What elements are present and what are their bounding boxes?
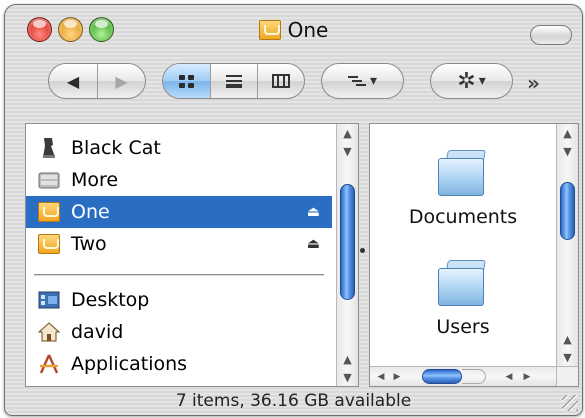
sidebar-item-black-cat[interactable]: Black Cat bbox=[26, 132, 332, 164]
folder-item-documents[interactable]: Documents bbox=[370, 150, 556, 228]
external-disk-icon bbox=[38, 137, 60, 159]
sidebar-item-more[interactable]: More bbox=[26, 164, 332, 196]
eject-icon[interactable]: ⏏ bbox=[307, 236, 320, 252]
folder-icon bbox=[438, 150, 488, 196]
folder-label: Documents bbox=[408, 206, 518, 228]
scroll-thumb[interactable] bbox=[422, 369, 462, 384]
chevron-down-icon: ▾ bbox=[478, 73, 486, 89]
scroll-right-arrow[interactable]: ▶ bbox=[390, 367, 404, 386]
folder-item-users[interactable]: Users bbox=[370, 260, 556, 338]
scroll-track bbox=[462, 369, 486, 384]
sidebar-item-label: Desktop bbox=[71, 289, 150, 311]
folder-label: Users bbox=[436, 316, 490, 338]
sidebar-divider bbox=[34, 274, 324, 276]
sidebar-item-one[interactable]: One ⏏ bbox=[26, 196, 332, 228]
back-forward-control: ◀ ▶ bbox=[48, 63, 146, 99]
arrange-button[interactable]: ▾ bbox=[321, 63, 404, 99]
sidebar-item-label: Two bbox=[71, 233, 107, 255]
folder-icon bbox=[438, 260, 488, 306]
scroll-left-arrow[interactable]: ◀ bbox=[374, 367, 388, 386]
gear-icon: ✲ bbox=[457, 68, 476, 94]
scroll-thumb[interactable] bbox=[560, 182, 575, 240]
volume-icon bbox=[38, 233, 60, 255]
scroll-up-arrow[interactable]: ▲ bbox=[337, 350, 358, 368]
icon-view-icon bbox=[178, 74, 194, 88]
window-title: One bbox=[287, 18, 329, 42]
finder-window: One ◀ ▶ ▾ ✲ ▾ » Black Cat More One ⏏ Two… bbox=[4, 4, 583, 416]
scroll-down-arrow[interactable]: ▼ bbox=[557, 142, 578, 160]
forward-arrow-icon: ▶ bbox=[115, 71, 128, 91]
sidebar-item-label: Applications bbox=[71, 353, 188, 375]
status-bar: 7 items, 36.16 GB available bbox=[5, 389, 582, 413]
desktop-icon bbox=[38, 289, 60, 311]
view-mode-control bbox=[162, 63, 305, 99]
column-vertical-scrollbar[interactable]: ▲ ▼ ▲ ▼ bbox=[556, 124, 578, 366]
resize-grip-icon[interactable] bbox=[562, 395, 578, 411]
forward-button[interactable]: ▶ bbox=[96, 64, 145, 98]
sidebar-item-label: One bbox=[71, 201, 110, 223]
sidebar-item-david[interactable]: david bbox=[26, 316, 332, 348]
scroll-up-arrow[interactable]: ▲ bbox=[557, 330, 578, 348]
scroll-right-arrow[interactable]: ▶ bbox=[520, 367, 534, 386]
scroll-left-arrow[interactable]: ◀ bbox=[502, 367, 516, 386]
toolbar-toggle-button[interactable] bbox=[530, 25, 572, 45]
applications-icon bbox=[38, 353, 60, 375]
sidebar-item-applications[interactable]: Applications bbox=[26, 348, 332, 380]
volume-icon bbox=[38, 201, 60, 223]
sidebar: Black Cat More One ⏏ Two ⏏ Desktop david… bbox=[25, 123, 359, 387]
arrange-icon bbox=[347, 75, 366, 87]
home-icon bbox=[38, 321, 60, 343]
scroll-down-arrow[interactable]: ▼ bbox=[337, 368, 358, 386]
sidebar-item-label: david bbox=[71, 321, 124, 343]
list-view-icon bbox=[225, 74, 242, 88]
scroll-up-arrow[interactable]: ▲ bbox=[337, 124, 358, 142]
column-horizontal-scrollbar[interactable]: ◀ ▶ ◀ ▶ bbox=[370, 366, 556, 386]
toolbar-overflow-button[interactable]: » bbox=[527, 71, 540, 95]
scroll-down-arrow[interactable]: ▼ bbox=[337, 142, 358, 160]
scroll-down-arrow[interactable]: ▼ bbox=[557, 348, 578, 366]
list-view-button[interactable] bbox=[209, 64, 257, 98]
sidebar-item-two[interactable]: Two ⏏ bbox=[26, 228, 332, 260]
window-title-bar: One bbox=[5, 17, 582, 43]
sidebar-item-label: Black Cat bbox=[71, 137, 161, 159]
column-view-icon bbox=[271, 74, 290, 88]
pane-splitter-handle[interactable] bbox=[360, 248, 365, 253]
eject-icon[interactable]: ⏏ bbox=[307, 204, 320, 220]
volume-icon bbox=[258, 20, 281, 40]
sidebar-item-label: More bbox=[71, 169, 119, 191]
status-text: 7 items, 36.16 GB available bbox=[175, 391, 412, 411]
back-arrow-icon: ◀ bbox=[66, 71, 80, 91]
column-pane: Documents Users ▲ ▼ ▲ ▼ ◀ ▶ ◀ ▶ bbox=[369, 123, 579, 387]
sidebar-item-desktop[interactable]: Desktop bbox=[26, 284, 332, 316]
column-view-button[interactable] bbox=[256, 64, 304, 98]
icon-view-button[interactable] bbox=[163, 64, 210, 98]
scrollbar-corner bbox=[556, 366, 578, 386]
scroll-thumb[interactable] bbox=[340, 184, 355, 300]
scroll-up-arrow[interactable]: ▲ bbox=[557, 124, 578, 142]
sidebar-scrollbar[interactable]: ▲ ▼ ▲ ▼ bbox=[336, 124, 358, 386]
back-button[interactable]: ◀ bbox=[49, 64, 97, 98]
action-button[interactable]: ✲ ▾ bbox=[430, 63, 513, 99]
disk-icon bbox=[38, 169, 60, 191]
chevron-down-icon: ▾ bbox=[369, 73, 378, 89]
